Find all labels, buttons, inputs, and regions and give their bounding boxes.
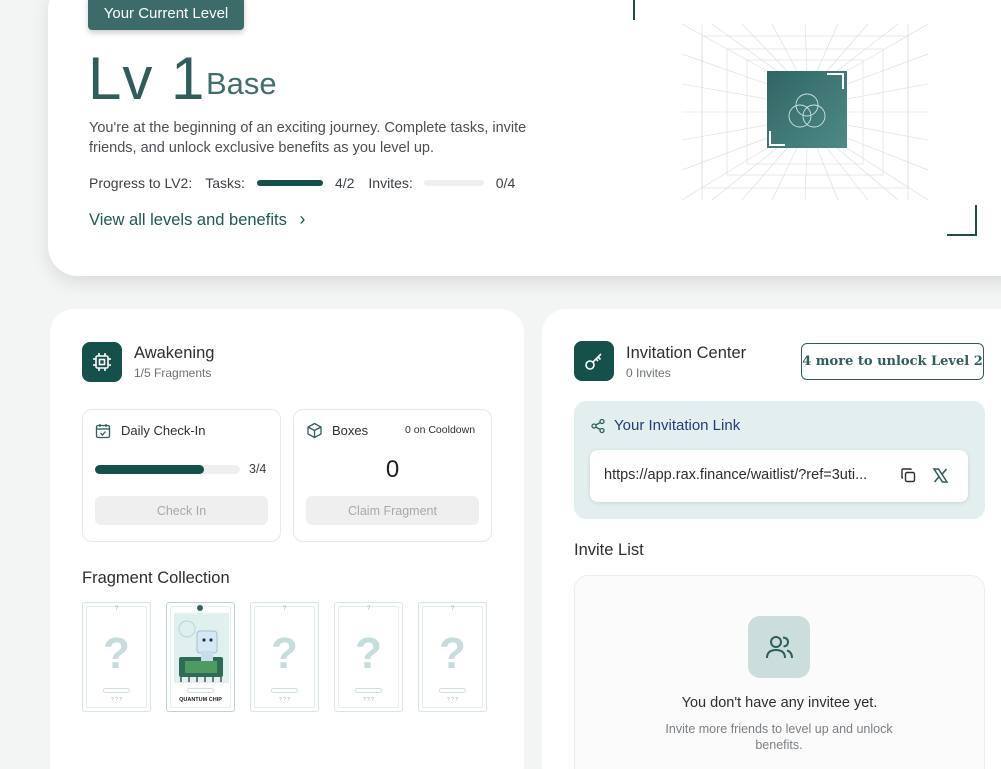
calendar-icon <box>95 424 111 439</box>
invitation-subtitle: 0 Invites <box>626 366 671 380</box>
fragment-pill <box>271 688 298 693</box>
fragment-caption: ? ? ? <box>446 697 459 703</box>
fragment-caption: QUANTUM CHIP <box>179 697 222 703</box>
checkin-progress-fill <box>95 465 204 474</box>
box-icon <box>307 422 322 439</box>
tasks-progress-fill <box>256 180 323 186</box>
check-in-button[interactable]: Check In <box>95 496 268 525</box>
fragment-caption: ? ? ? <box>362 697 375 703</box>
invitation-link-url[interactable]: https://app.rax.finance/waitlist/?ref=3u… <box>604 467 886 483</box>
fragment-pill <box>103 688 130 693</box>
triquetra-icon <box>769 73 844 146</box>
fragment-card-2[interactable]: QUANTUM CHIP <box>166 602 235 712</box>
fragment-top-mark: ? <box>450 606 455 612</box>
claim-fragment-button[interactable]: Claim Fragment <box>306 496 479 525</box>
fragment-top-mark: ? <box>114 606 119 612</box>
awakening-title: Awakening <box>134 344 215 362</box>
progress-row: Progress to LV2: Tasks: 4/2 Invites: 0/4 <box>89 175 515 191</box>
chevron-right-icon: › <box>299 209 306 229</box>
tasks-progress-bar <box>256 180 323 186</box>
invite-list-title: Invite List <box>574 541 644 559</box>
question-mark-icon: ? <box>439 629 466 678</box>
invites-progress-bar <box>423 180 484 186</box>
copy-icon[interactable] <box>900 467 917 484</box>
fragment-pill <box>439 688 466 693</box>
question-mark-icon: ? <box>271 629 298 678</box>
frame-corner-top <box>633 0 635 20</box>
level-emblem <box>767 71 847 148</box>
fragment-pill <box>187 688 214 693</box>
tasks-value: 4/2 <box>334 175 355 191</box>
fragment-gem-icon <box>197 605 203 611</box>
fragment-caption: ? ? ? <box>278 697 291 703</box>
frame-corner-bottom <box>947 205 977 236</box>
invitation-link-title: Your Invitation Link <box>614 417 741 434</box>
empty-invitee-title: You don't have any invitee yet. <box>681 695 878 711</box>
fragment-card-1[interactable]: ? ? ? ? ? <box>82 602 151 712</box>
users-icon <box>748 616 810 678</box>
unlock-level-button[interactable]: 4 more to unlock Level 2 <box>801 343 984 380</box>
invitation-title: Invitation Center <box>626 344 747 362</box>
tasks-label: Tasks: <box>205 175 245 191</box>
boxes-title: Boxes <box>332 423 369 438</box>
fragment-card-4[interactable]: ? ? ? ? ? <box>334 602 403 712</box>
invites-value: 0/4 <box>495 175 516 191</box>
fragment-top-mark: ? <box>366 606 371 612</box>
key-icon <box>574 341 614 381</box>
fragment-pill <box>355 688 382 693</box>
question-mark-icon: ? <box>103 629 130 678</box>
daily-checkin-title: Daily Check-In <box>121 423 206 438</box>
checkin-progress-value: 3/4 <box>249 462 267 476</box>
share-icon <box>591 418 605 434</box>
current-level-badge: Your Current Level <box>88 0 244 30</box>
view-levels-label: View all levels and benefits <box>89 211 287 229</box>
fragment-caption: ? ? ? <box>110 697 123 703</box>
x-share-icon[interactable] <box>932 467 949 484</box>
level-number: Lv 1 <box>88 45 206 112</box>
fragment-card-3[interactable]: ? ? ? ? ? <box>250 602 319 712</box>
level-description: You're at the beginning of an exciting j… <box>89 120 527 156</box>
chip-icon <box>82 342 122 382</box>
boxes-cooldown: 0 on Cooldown <box>405 424 476 436</box>
fragment-top-mark: ? <box>282 606 287 612</box>
invites-label: Invites: <box>368 175 413 191</box>
empty-invitee-subtitle: Invite more friends to level up and unlo… <box>665 722 893 752</box>
checkin-progress-bar <box>95 465 240 474</box>
boxes-count: 0 <box>385 456 400 483</box>
view-levels-link[interactable]: View all levels and benefits › <box>89 209 305 230</box>
fragment-collection-title: Fragment Collection <box>82 569 230 587</box>
level-name: Base <box>206 66 277 101</box>
fragment-card-5[interactable]: ? ? ? ? ? <box>418 602 487 712</box>
quantum-chip-illustration <box>174 613 229 683</box>
awakening-subtitle: 1/5 Fragments <box>134 366 212 380</box>
question-mark-icon: ? <box>355 629 382 678</box>
progress-label: Progress to LV2: <box>89 175 193 191</box>
